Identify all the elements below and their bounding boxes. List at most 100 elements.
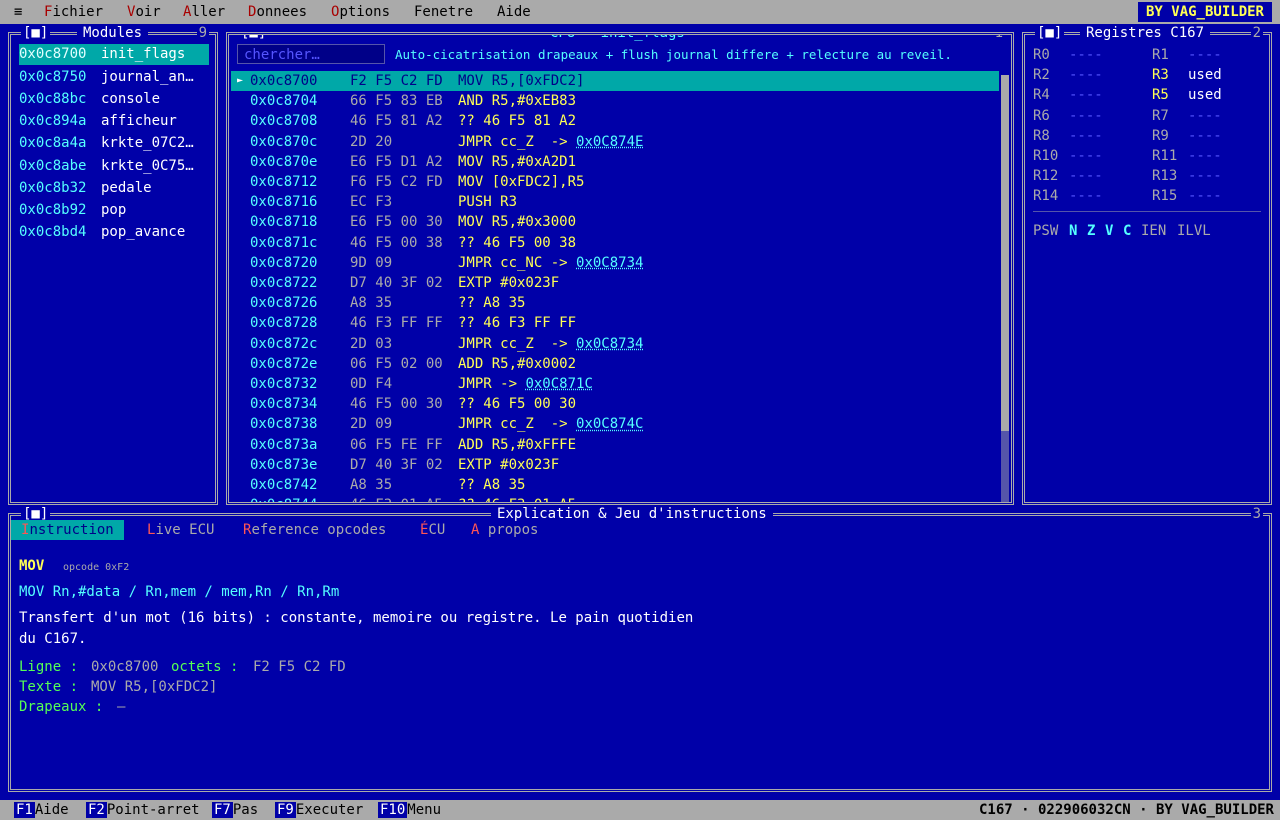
panel-close-icon[interactable]: [■] — [1035, 25, 1065, 41]
ligne-value: 0x0c8700 — [91, 659, 159, 675]
row-address: 0x0c8738 — [250, 416, 318, 433]
row-address: 0x0c8704 — [250, 93, 318, 110]
module-item[interactable]: 0x0c8b32 pedale — [19, 178, 209, 199]
menu-fichier[interactable]: Fichier — [44, 4, 103, 20]
row-address: 0x0c873e — [250, 456, 318, 473]
module-item[interactable]: 0x0c8750 journal_an… — [19, 67, 209, 88]
jump-target-link[interactable]: 0x0C8734 — [576, 336, 643, 352]
disasm-row[interactable]: 0x0c8732 0D F4 JMPR -> 0x0C871C — [231, 374, 999, 394]
register-r6: R6 ---- — [1033, 107, 1103, 124]
psw-label: PSW — [1033, 223, 1059, 239]
tab-a-propos[interactable]: A propos — [461, 520, 548, 540]
panel-close-icon[interactable]: [■] — [239, 35, 269, 41]
menu-fenetre[interactable]: Fenetre — [414, 4, 473, 20]
module-item[interactable]: 0x0c8700 init_flags — [19, 44, 209, 65]
row-instruction: JMPR cc_Z -> 0x0C874C — [458, 416, 644, 433]
disasm-row[interactable]: 0x0c8726 A8 35 ?? A8 35 — [231, 293, 999, 313]
row-bytes: D7 40 3F 02 — [350, 456, 443, 473]
row-address: 0x0c8734 — [250, 396, 318, 413]
jump-target-link[interactable]: 0x0C874E — [576, 134, 643, 150]
disasm-row[interactable]: 0x0c870e E6 F5 D1 A2 MOV R5,#0xA2D1 — [231, 152, 999, 172]
disasm-row[interactable]: 0x0c871c 46 F5 00 38 ?? 46 F5 00 38 — [231, 233, 999, 253]
description-line: du C167. — [19, 631, 87, 647]
module-item[interactable]: 0x0c8abe krkte_0C75… — [19, 156, 209, 177]
module-item[interactable]: 0x0c8b92 pop — [19, 200, 209, 221]
menu-donnees[interactable]: Donnees — [248, 4, 307, 20]
menu-aller[interactable]: Aller — [183, 4, 225, 20]
disasm-row[interactable]: 0x0c873a 06 F5 FE FF ADD R5,#0xFFFE — [231, 435, 999, 455]
disasm-row[interactable]: 0x0c872c 2D 03 JMPR cc_Z -> 0x0C8734 — [231, 334, 999, 354]
row-bytes: E6 F5 D1 A2 — [350, 153, 443, 170]
module-item[interactable]: 0x0c8bd4 pop_avance — [19, 222, 209, 243]
fkey-pas[interactable]: F7 Pas — [212, 800, 258, 820]
fkey-menu[interactable]: F10 Menu — [378, 800, 441, 820]
menu-options[interactable]: Options — [331, 4, 390, 20]
module-item[interactable]: 0x0c88bc console — [19, 89, 209, 110]
row-instruction: MOV [0xFDC2],R5 — [458, 174, 585, 190]
disasm-row[interactable]: 0x0c8744 46 F3 01 A5 ?? 46 F3 01 A5 — [231, 495, 999, 502]
fkey-aide[interactable]: F1 Aide — [14, 800, 69, 820]
disasm-row[interactable]: 0x0c8738 2D 09 JMPR cc_Z -> 0x0C874C — [231, 414, 999, 434]
register-r13: R13 ---- — [1152, 168, 1222, 185]
search-input[interactable]: chercher… — [237, 44, 385, 64]
row-address: 0x0c8742 — [250, 477, 318, 493]
function-key-bar: F1 Aide F2 Point-arret F7 Pas F9 Executer F1… — [0, 800, 1280, 820]
row-address: 0x0c8722 — [250, 275, 318, 291]
menu-voir[interactable]: Voir — [127, 4, 161, 20]
row-bytes: 66 F5 83 EB — [350, 93, 443, 110]
modules-panel: [■] Modules 9 0x0c8700 init_flags 0x0c875… — [8, 25, 218, 505]
disasm-row[interactable]: 0x0c8720 9D 09 JMPR cc_NC -> 0x0C8734 — [231, 253, 999, 273]
tab-instruction[interactable]: Instruction — [11, 520, 124, 540]
fkey-point-arret[interactable]: F2 Point-arret — [86, 800, 200, 820]
disasm-row[interactable]: 0x0c870c 2D 20 JMPR cc_Z -> 0x0C874E — [231, 132, 999, 152]
flag-n: N — [1069, 223, 1078, 239]
tab-ecu[interactable]: ÉCU — [410, 520, 455, 540]
row-instruction: MOV R5,#0xA2D1 — [458, 153, 577, 170]
tab-reference-opcodes[interactable]: Reference opcodes — [233, 520, 396, 540]
disasm-row[interactable]: 0x0c8708 46 F5 81 A2 ?? 46 F5 81 A2 — [231, 111, 999, 131]
disasm-row[interactable]: 0x0c8742 A8 35 ?? A8 35 — [231, 475, 999, 495]
register-r3: R3 used — [1152, 67, 1222, 84]
register-r10: R10 ---- — [1033, 148, 1103, 164]
explanation-panel: [■] Explication & Jeu d'instructions 3 I… — [8, 506, 1272, 792]
hamburger-icon[interactable]: ≡ — [14, 4, 22, 20]
disasm-row[interactable]: 0x0c8722 D7 40 3F 02 EXTP #0x023F — [231, 273, 999, 293]
row-bytes: 46 F3 FF FF — [350, 315, 443, 332]
panel-close-icon[interactable]: [■] — [21, 25, 51, 41]
scrollbar[interactable] — [1001, 75, 1009, 502]
row-instruction: EXTP #0x023F — [458, 456, 560, 473]
disasm-row[interactable]: 0x0c873e D7 40 3F 02 EXTP #0x023F — [231, 455, 999, 475]
disasm-row[interactable]: 0x0c8728 46 F3 FF FF ?? 46 F3 FF FF — [231, 313, 999, 333]
disasm-row[interactable]: 0x0c8718 E6 F5 00 30 MOV R5,#0x3000 — [231, 212, 999, 232]
row-address: 0x0c8726 — [250, 295, 318, 312]
register-r14: R14 ---- — [1033, 188, 1103, 205]
menu-aide[interactable]: Aide — [497, 4, 531, 20]
row-instruction: JMPR cc_Z -> 0x0C874E — [458, 133, 644, 150]
row-address: 0x0c8700 — [250, 73, 318, 89]
flag-c: C — [1123, 223, 1132, 239]
status-right: C167 · 022906032CN · BY VAG_BUILDER — [978, 802, 1274, 818]
disasm-row[interactable]: 0x0c8716 EC F3 PUSH R3 — [231, 192, 999, 212]
disasm-row[interactable]: 0x0c8712 F6 F5 C2 FD MOV [0xFDC2],R5 — [231, 172, 999, 192]
disasm-row[interactable]: ► 0x0c8700 F2 F5 C2 FD MOV R5,[0xFDC2] — [231, 71, 999, 91]
jump-target-link[interactable]: 0x0C8734 — [576, 255, 643, 271]
jump-target-link[interactable]: 0x0C874C — [576, 416, 643, 432]
row-bytes: 2D 20 — [350, 133, 393, 150]
register-r7: R7 ---- — [1152, 107, 1222, 124]
module-item[interactable]: 0x0c894a afficheur — [19, 111, 209, 132]
disasm-row[interactable]: 0x0c8734 46 F5 00 30 ?? 46 F5 00 30 — [231, 394, 999, 414]
cpu-panel: [■] CPU — init_flags 1 chercher… Auto-ci… — [226, 32, 1014, 505]
row-instruction: ?? A8 35 — [458, 295, 526, 312]
row-address: 0x0c8720 — [250, 254, 318, 271]
row-bytes: EC F3 — [350, 194, 393, 211]
scrollbar-thumb[interactable] — [1001, 75, 1009, 431]
tab-live-ecu[interactable]: Live ECU — [137, 520, 224, 540]
menu-bar: ≡ Fichier Voir Aller Donnees Options Fen… — [0, 0, 1280, 24]
row-instruction: JMPR -> 0x0C871C — [458, 376, 593, 392]
jump-target-link[interactable]: 0x0C871C — [525, 376, 592, 392]
fkey-executer[interactable]: F9 Executer — [275, 800, 363, 820]
row-instruction: ADD R5,#0x0002 — [458, 355, 577, 372]
disasm-row[interactable]: 0x0c8704 66 F5 83 EB AND R5,#0xEB83 — [231, 91, 999, 111]
module-item[interactable]: 0x0c8a4a krkte_07C2… — [19, 133, 209, 154]
disasm-row[interactable]: 0x0c872e 06 F5 02 00 ADD R5,#0x0002 — [231, 354, 999, 374]
